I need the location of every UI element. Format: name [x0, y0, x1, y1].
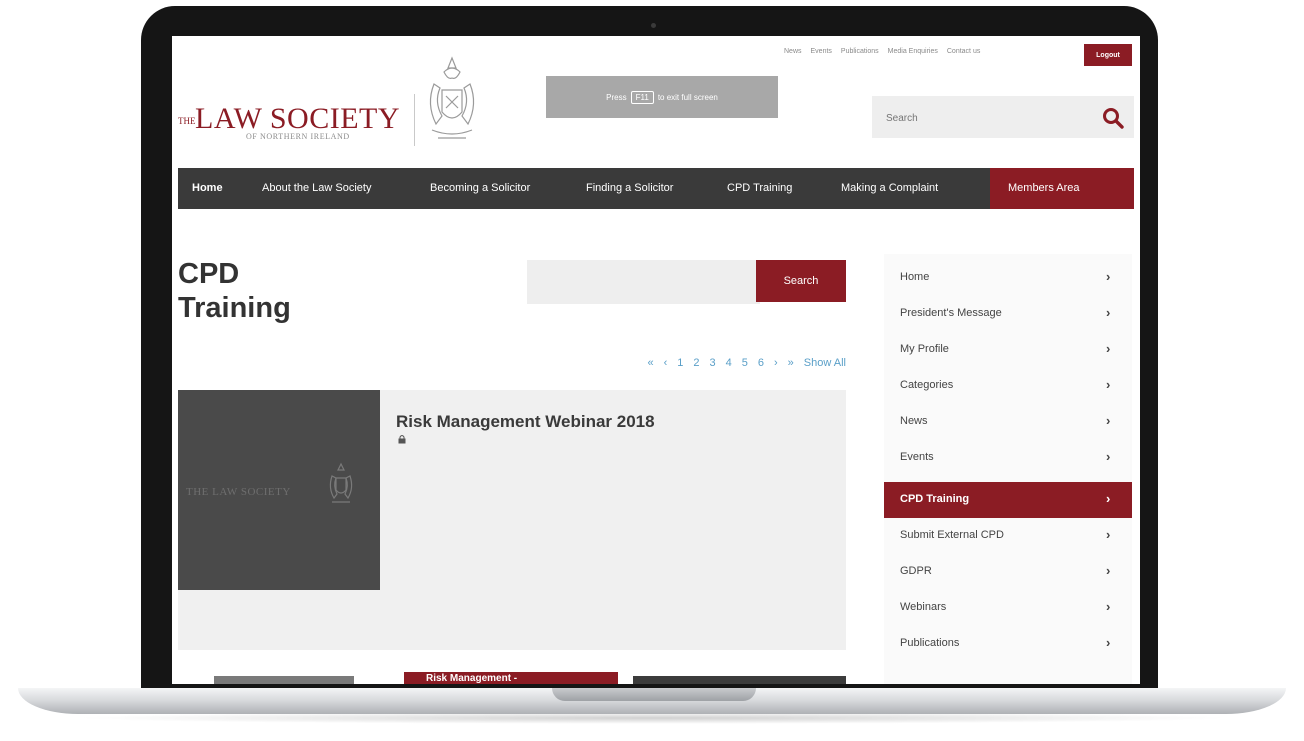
- pager-show-all[interactable]: Show All: [804, 357, 846, 369]
- sidebar-item-home[interactable]: Home ›: [884, 260, 1132, 296]
- fullscreen-suffix: to exit full screen: [657, 92, 718, 102]
- nav-making-complaint[interactable]: Making a Complaint: [841, 168, 938, 209]
- nav-becoming-solicitor[interactable]: Becoming a Solicitor: [430, 168, 530, 209]
- course-title[interactable]: Risk Management Webinar 2018: [396, 412, 655, 432]
- chevron-right-icon: ›: [1106, 305, 1111, 320]
- nav-finding-solicitor[interactable]: Finding a Solicitor: [586, 168, 673, 209]
- sidebar-item-label: Publications: [900, 637, 960, 649]
- sidebar-item-label: Events: [900, 451, 934, 463]
- top-link-contact-us[interactable]: Contact us: [947, 48, 980, 55]
- sidebar-item-publications[interactable]: Publications ›: [884, 626, 1132, 662]
- sidebar-item-label: Submit External CPD: [900, 529, 1004, 541]
- top-links: News Events Publications Media Enquiries…: [784, 48, 980, 55]
- sidebar-item-news[interactable]: News ›: [884, 404, 1132, 440]
- chevron-right-icon: ›: [1106, 377, 1111, 392]
- header-search: [872, 96, 1134, 138]
- page-title-line2: Training: [178, 292, 291, 324]
- logo-name: LAW SOCIETY: [195, 102, 401, 135]
- chevron-right-icon: ›: [1106, 341, 1111, 356]
- crest-icon: [429, 56, 475, 139]
- sidebar-item-label: Home: [900, 271, 930, 283]
- sidebar-item-label: Webinars: [900, 601, 947, 613]
- next-card-label[interactable]: Risk Management -: [404, 672, 618, 684]
- pager-page-6[interactable]: 6: [758, 357, 764, 369]
- nav-home[interactable]: Home: [192, 168, 223, 209]
- sidebar-item-label: Categories: [900, 379, 954, 391]
- fullscreen-key: F11: [630, 90, 654, 104]
- chevron-right-icon: ›: [1106, 599, 1111, 614]
- sidebar-item-label: President's Message: [900, 307, 1002, 319]
- chevron-right-icon: ›: [1106, 269, 1111, 284]
- lock-icon: [398, 435, 406, 444]
- sidebar-item-categories[interactable]: Categories ›: [884, 368, 1132, 404]
- laptop-notch: [552, 688, 756, 701]
- main-nav: Home About the Law Society Becoming a So…: [178, 168, 1134, 209]
- chevron-right-icon: ›: [1106, 491, 1111, 506]
- header-search-input[interactable]: [884, 108, 1088, 128]
- page-title: CPD Training: [178, 257, 291, 325]
- webcam: [651, 23, 656, 28]
- cpd-search-button[interactable]: Search: [756, 260, 846, 302]
- sidebar-item-label: News: [900, 415, 928, 427]
- chevron-right-icon: ›: [1106, 413, 1111, 428]
- top-link-media-enquiries[interactable]: Media Enquiries: [888, 48, 938, 55]
- logout-button[interactable]: Logout: [1084, 44, 1132, 66]
- top-link-news[interactable]: News: [784, 48, 802, 55]
- sidebar-item-my-profile[interactable]: My Profile ›: [884, 332, 1132, 368]
- search-icon[interactable]: [1102, 107, 1124, 129]
- sidebar-item-presidents-message[interactable]: President's Message ›: [884, 296, 1132, 332]
- sidebar-item-label: CPD Training: [900, 493, 970, 505]
- fullscreen-notice: Press F11 to exit full screen: [546, 76, 778, 118]
- next-card-thumbnail[interactable]: [214, 676, 354, 684]
- sidebar-item-label: GDPR: [900, 565, 932, 577]
- chevron-right-icon: ›: [1106, 563, 1111, 578]
- pager-next[interactable]: ›: [774, 357, 778, 369]
- sidebar-item-gdpr[interactable]: GDPR ›: [884, 554, 1132, 590]
- cpd-search-input[interactable]: [527, 260, 760, 304]
- sidebar-item-cpd-training[interactable]: CPD Training ›: [884, 482, 1132, 518]
- logo-subtitle: OF NORTHERN IRELAND: [246, 132, 350, 141]
- sidebar-menu: Home › President's Message › My Profile …: [884, 254, 1132, 684]
- top-link-events[interactable]: Events: [811, 48, 832, 55]
- sidebar-item-events[interactable]: Events ›: [884, 440, 1132, 476]
- chevron-right-icon: ›: [1106, 527, 1111, 542]
- pager-first[interactable]: «: [647, 357, 653, 369]
- pager-last[interactable]: »: [788, 357, 794, 369]
- pager-page-4[interactable]: 4: [726, 357, 732, 369]
- thumbnail-logo: THE LAW SOCIETY: [186, 486, 291, 498]
- pager-prev[interactable]: ‹: [664, 357, 668, 369]
- nav-about[interactable]: About the Law Society: [262, 168, 371, 209]
- site-logo[interactable]: THE LAW SOCIETY OF NORTHERN IRELAND: [178, 102, 406, 150]
- pagination: « ‹ 1 2 3 4 5 6 › » Show All: [550, 357, 846, 369]
- logo-prefix: THE: [178, 116, 196, 126]
- page-title-line1: CPD: [178, 258, 240, 290]
- pager-page-3[interactable]: 3: [710, 357, 716, 369]
- crest-icon: [329, 462, 353, 503]
- fullscreen-prefix: Press: [606, 92, 627, 102]
- pager-page-2[interactable]: 2: [693, 357, 699, 369]
- top-link-publications[interactable]: Publications: [841, 48, 879, 55]
- logo-divider: [414, 94, 415, 146]
- chevron-right-icon: ›: [1106, 635, 1111, 650]
- course-thumbnail[interactable]: THE LAW SOCIETY: [178, 390, 380, 590]
- pager-page-1[interactable]: 1: [677, 357, 683, 369]
- nav-members-area[interactable]: Members Area: [1008, 168, 1080, 209]
- course-card[interactable]: THE LAW SOCIETY Risk Management Webinar …: [178, 390, 846, 650]
- sidebar-item-webinars[interactable]: Webinars ›: [884, 590, 1132, 626]
- sidebar-item-submit-external-cpd[interactable]: Submit External CPD ›: [884, 518, 1132, 554]
- nav-cpd-training[interactable]: CPD Training: [727, 168, 792, 209]
- sidebar-item-label: My Profile: [900, 343, 949, 355]
- browser-screen: News Events Publications Media Enquiries…: [172, 36, 1140, 684]
- chevron-right-icon: ›: [1106, 449, 1111, 464]
- pager-page-5[interactable]: 5: [742, 357, 748, 369]
- next-card-thumbnail-2[interactable]: [633, 676, 846, 684]
